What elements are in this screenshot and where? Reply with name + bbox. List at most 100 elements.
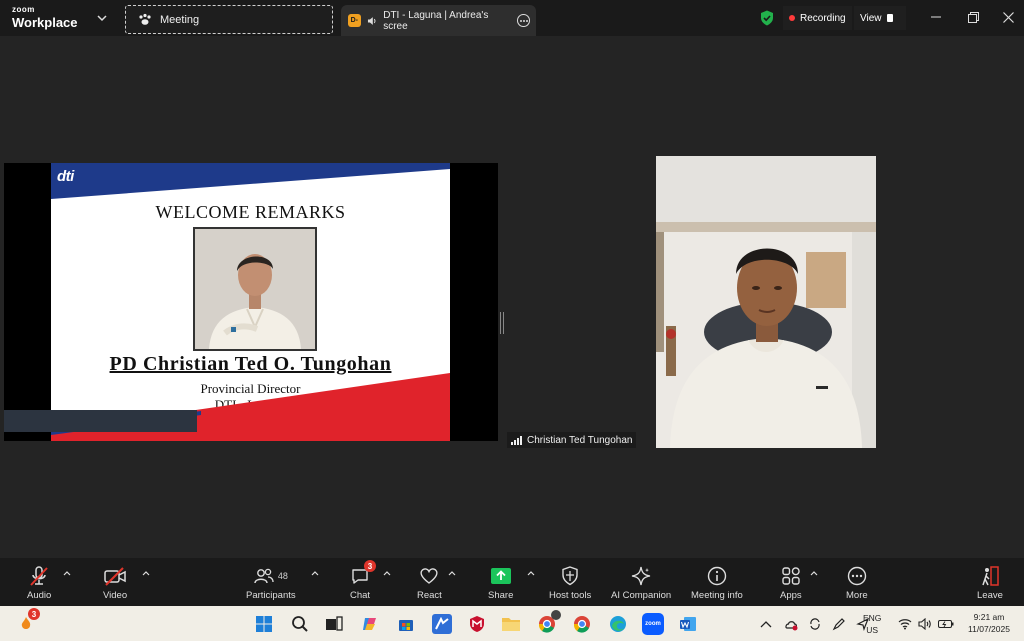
search-taskbar-button[interactable] (290, 614, 310, 634)
chat-button[interactable]: 3 Chat (350, 560, 377, 601)
ai-companion-button[interactable]: AI Companion (611, 564, 671, 601)
zoom-window: zoom Workplace Meeting D- DTI - Laguna |… (0, 0, 1024, 641)
cloud-status-icon[interactable] (784, 617, 798, 631)
participant-video[interactable] (656, 156, 876, 448)
share-source-badge: D- (348, 14, 361, 27)
host-tools-button[interactable]: Host tools (549, 564, 591, 601)
tab-shared-screen[interactable]: D- DTI - Laguna | Andrea's scree (341, 5, 536, 36)
microphone-muted-icon (30, 566, 48, 586)
recording-label: Recording (800, 12, 846, 24)
word-button[interactable] (678, 614, 698, 634)
restore-button[interactable] (955, 0, 991, 34)
apps-button[interactable]: Apps (780, 564, 802, 601)
audio-options-chevron-icon[interactable] (63, 570, 71, 576)
participants-button[interactable]: 48 Participants (246, 564, 296, 601)
language-code: ENG (863, 613, 882, 623)
taskbar-clock[interactable]: 9:21 am 11/07/2025 (960, 611, 1018, 635)
minimize-icon (931, 16, 941, 18)
signal-bars-icon (511, 435, 522, 445)
share-button[interactable]: Share (488, 564, 513, 601)
react-label: React (417, 590, 442, 601)
react-options-chevron-icon[interactable] (448, 570, 456, 576)
task-view-icon (326, 616, 343, 631)
more-button[interactable]: More (846, 564, 868, 601)
react-button[interactable]: React (417, 564, 442, 601)
zoom-app-button[interactable]: zoom (642, 613, 664, 635)
share-options-chevron-icon[interactable] (527, 570, 535, 576)
store-bag-icon (399, 620, 413, 631)
word-icon (680, 617, 696, 631)
minimize-button[interactable] (918, 0, 954, 34)
recording-indicator[interactable]: Recording (783, 6, 852, 30)
brand-small: zoom (12, 5, 35, 14)
more-options-icon[interactable] (517, 14, 530, 27)
copilot-app-button[interactable] (360, 614, 380, 634)
leave-button[interactable]: Leave (977, 564, 1003, 601)
view-label: View (860, 12, 882, 24)
participant-name: Christian Ted Tungohan (527, 434, 633, 446)
audio-label: Audio (27, 590, 52, 601)
speaker-name: PD Christian Ted O. Tungohan (109, 353, 392, 375)
pen-input-icon[interactable] (832, 617, 846, 631)
mcafee-button[interactable] (467, 614, 487, 634)
start-button[interactable] (254, 614, 274, 634)
leave-label: Leave (977, 590, 1003, 601)
microsoft-store-button[interactable] (396, 614, 416, 634)
chevron-up-icon[interactable] (760, 620, 772, 628)
tab-meeting[interactable]: Meeting (125, 5, 333, 34)
zoom-app-label: zoom (645, 621, 661, 627)
restore-icon (967, 11, 979, 23)
mcafee-shield-icon (470, 616, 484, 632)
folder-icon (502, 618, 520, 631)
close-button[interactable] (990, 0, 1024, 34)
clock-time: 9:21 am (973, 612, 1005, 622)
slide-top-band (51, 163, 450, 199)
video-button[interactable]: Video (103, 564, 127, 601)
participants-options-chevron-icon[interactable] (311, 570, 319, 576)
clock-date: 11/07/2025 (968, 624, 1010, 634)
audio-button[interactable]: Audio (27, 564, 51, 601)
search-icon (292, 616, 308, 632)
file-explorer-button[interactable] (501, 614, 521, 634)
title-bar: zoom Workplace Meeting D- DTI - Laguna |… (0, 0, 1024, 36)
chat-unread-badge: 3 (364, 560, 377, 572)
caption-overlay (4, 410, 197, 432)
microsoft-to-do-button[interactable] (432, 614, 452, 634)
ai-companion-label: AI Companion (611, 590, 672, 601)
chrome-button-1[interactable] (537, 610, 561, 634)
meeting-info-label: Meeting info (691, 590, 743, 601)
volume-icon (918, 617, 931, 630)
copilot-notification-button[interactable]: 3 (14, 608, 40, 634)
leave-door-icon (982, 566, 999, 586)
view-button[interactable]: View (854, 6, 906, 30)
slide-title: WELCOME REMARKS (155, 202, 346, 222)
ai-sparkle-icon (631, 566, 651, 586)
close-icon (1002, 11, 1014, 23)
panel-splitter-handle[interactable] (500, 312, 504, 334)
task-view-button[interactable] (324, 614, 344, 634)
windows-taskbar: 3 zoom ENG US 9:21 am 11/07/2025 (0, 606, 1024, 641)
portrait-image (195, 229, 315, 349)
battery-icon (938, 619, 954, 628)
speaker-role: Provincial Director (200, 381, 301, 396)
speaker-portrait (193, 227, 317, 351)
shared-screen[interactable]: dti WELCOME REMARKS PD Christian Ted O. … (4, 163, 498, 441)
sync-icon[interactable] (808, 617, 822, 631)
presentation-slide: dti WELCOME REMARKS PD Christian Ted O. … (51, 163, 450, 441)
chat-options-chevron-icon[interactable] (383, 570, 391, 576)
participants-label: Participants (246, 590, 296, 601)
chrome-button-2[interactable] (572, 614, 592, 634)
view-layout-icon (886, 14, 893, 22)
apps-icon (782, 567, 800, 585)
video-options-chevron-icon[interactable] (142, 570, 150, 576)
edge-button[interactable] (608, 614, 628, 634)
participants-icon (254, 568, 274, 584)
wifi-icon (898, 618, 912, 629)
encryption-shield-icon[interactable] (760, 10, 774, 26)
quick-settings[interactable] (898, 606, 954, 641)
language-indicator[interactable]: ENG US (863, 612, 881, 636)
apps-options-chevron-icon[interactable] (810, 570, 818, 576)
share-screen-icon (490, 568, 511, 584)
meeting-info-button[interactable]: Meeting info (691, 564, 743, 601)
chevron-down-icon[interactable] (96, 12, 108, 24)
